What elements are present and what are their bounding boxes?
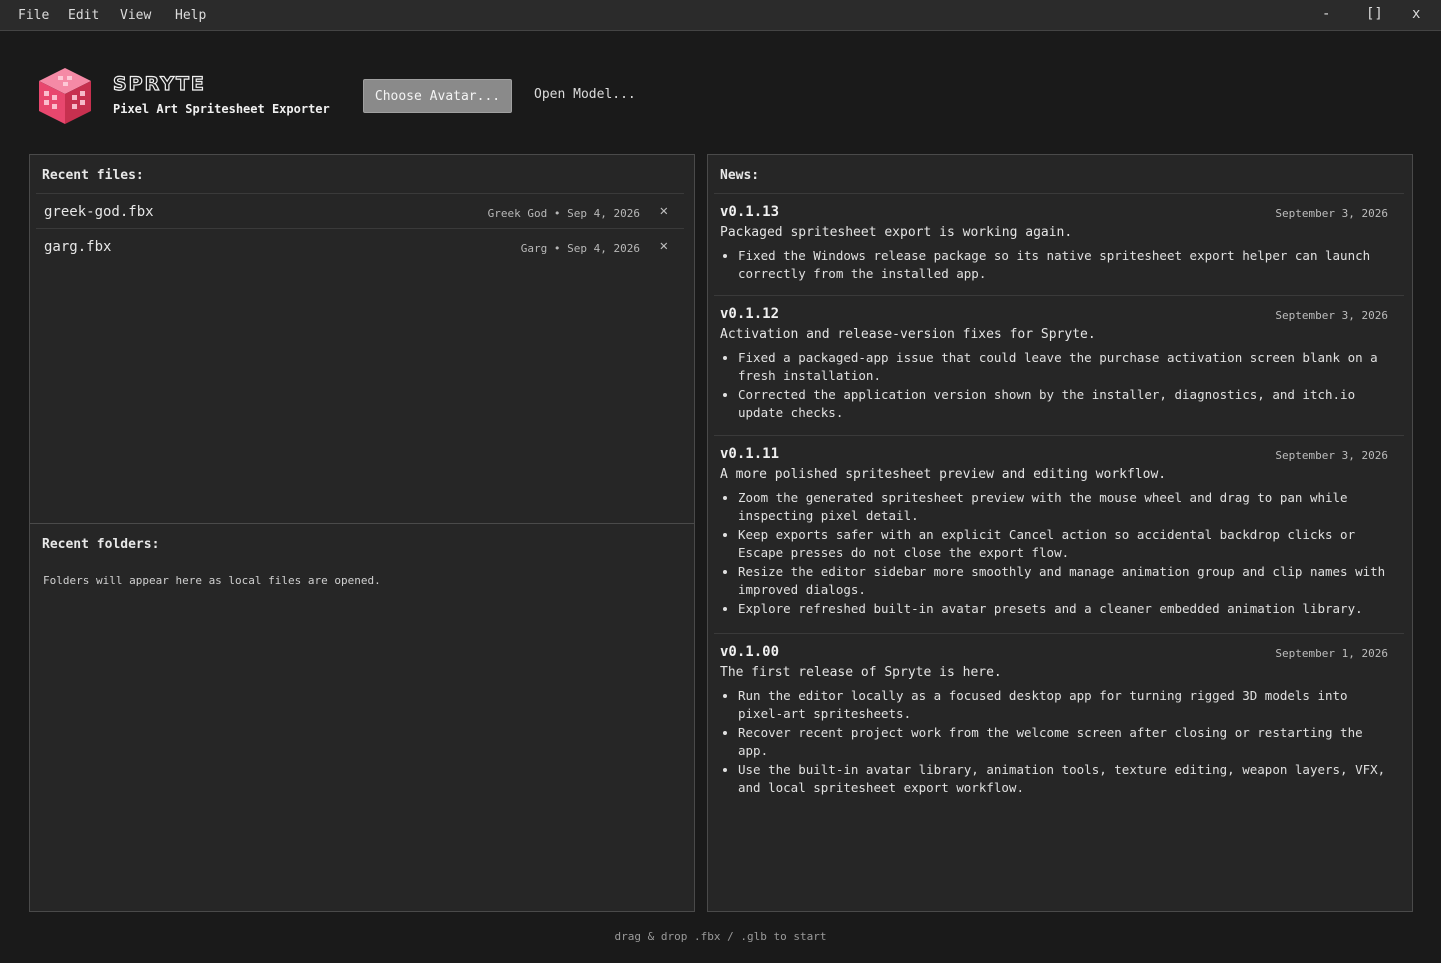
news-items: Fixed a packaged-app issue that could le… [720,349,1394,423]
news-items: Fixed the Windows release package so its… [720,247,1394,284]
menu-view[interactable]: View [120,8,151,23]
news-item: Fixed a packaged-app issue that could le… [720,349,1394,384]
menu-help[interactable]: Help [175,8,206,23]
news-item: Run the editor locally as a focused desk… [720,687,1394,722]
divider [714,193,1404,194]
news-item: Fixed the Windows release package so its… [720,247,1394,282]
news-item: Explore refreshed built-in avatar preset… [720,600,1394,618]
divider [36,228,684,229]
news-version: v0.1.00 [720,644,780,660]
news-item: Keep exports safer with an explicit Canc… [720,526,1394,561]
news-summary: A more polished spritesheet preview and … [720,467,1167,482]
news-version: v0.1.13 [720,204,780,220]
recent-file-meta: Garg • Sep 4, 2026 [520,242,640,255]
divider [714,295,1404,296]
choose-avatar-button[interactable]: Choose Avatar... [363,79,512,113]
divider [36,193,684,194]
news-items: Zoom the generated spritesheet preview w… [720,489,1394,620]
news-title: News: [720,168,760,183]
menu-bar: File Edit View Help - [] x [0,0,1441,31]
recent-file-meta: Greek God • Sep 4, 2026 [487,207,640,220]
divider [714,633,1404,634]
news-item: Resize the editor sidebar more smoothly … [720,563,1394,598]
pink-cube-logo-icon [39,68,91,124]
news-panel: News: v0.1.13 September 3, 2026 Packaged… [707,154,1413,912]
news-version: v0.1.11 [720,446,780,462]
news-item: Zoom the generated spritesheet preview w… [720,489,1394,524]
recent-file-row[interactable]: greek-god.fbx Greek God • Sep 4, 2026 ✕ [31,195,684,229]
news-items: Run the editor locally as a focused desk… [720,687,1394,798]
brand-title: SPRYTE [112,72,206,95]
close-window-button[interactable]: x [1412,6,1420,22]
open-model-button[interactable]: Open Model... [534,87,636,102]
recent-folders-title: Recent folders: [42,537,160,552]
news-version: v0.1.12 [720,306,780,322]
news-summary: The first release of Spryte is here. [720,665,1002,680]
minimize-button[interactable]: - [1322,6,1330,22]
menu-edit[interactable]: Edit [68,8,99,23]
remove-recent-file-icon[interactable]: ✕ [660,203,668,219]
recent-file-name[interactable]: greek-god.fbx [44,204,154,220]
recent-files-title: Recent files: [42,168,144,183]
recent-file-row[interactable]: garg.fbx Garg • Sep 4, 2026 ✕ [31,230,684,264]
remove-recent-file-icon[interactable]: ✕ [660,238,668,254]
recent-panel: Recent files: greek-god.fbx Greek God • … [29,154,695,912]
maximize-button[interactable]: [] [1366,6,1383,22]
news-item: Recover recent project work from the wel… [720,724,1394,759]
brand-subtitle: Pixel Art Spritesheet Exporter [113,102,330,116]
divider [714,435,1404,436]
recent-file-name[interactable]: garg.fbx [44,239,111,255]
section-divider [30,523,694,524]
recent-folders-empty-text: Folders will appear here as local files … [43,574,381,587]
news-date: September 3, 2026 [1275,207,1388,220]
news-summary: Activation and release-version fixes for… [720,327,1096,342]
drop-hint: drag & drop .fbx / .glb to start [614,930,827,943]
news-summary: Packaged spritesheet export is working a… [720,225,1073,240]
news-item: Corrected the application version shown … [720,386,1394,421]
news-date: September 3, 2026 [1275,449,1388,462]
news-item: Use the built-in avatar library, animati… [720,761,1394,796]
menu-file[interactable]: File [18,8,49,23]
news-date: September 1, 2026 [1275,647,1388,660]
news-date: September 3, 2026 [1275,309,1388,322]
